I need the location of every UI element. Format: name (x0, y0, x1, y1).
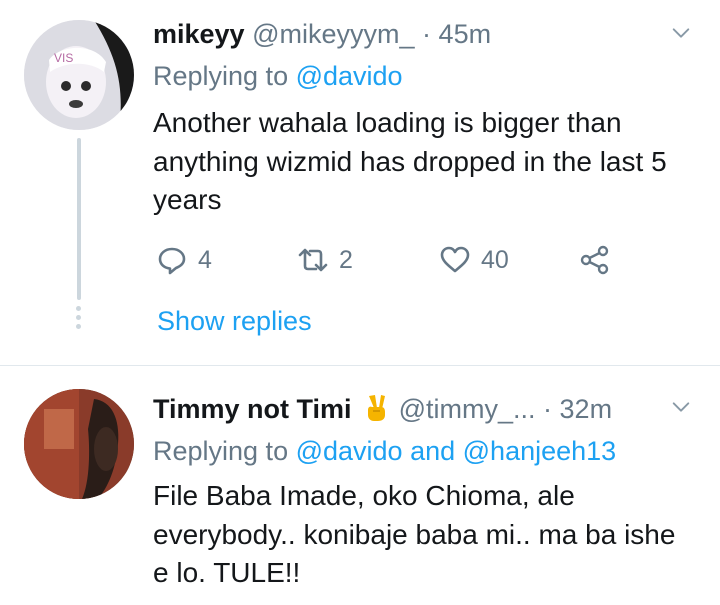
display-name[interactable]: mikeyy (153, 19, 245, 49)
avatar-image (24, 389, 134, 499)
share-icon (580, 245, 609, 275)
tweet[interactable]: VIS mikeyy @mikeyyym_ · 45m Replying to … (0, 0, 720, 366)
reply-icon (158, 247, 186, 275)
tweet-text: Another wahala loading is bigger than an… (153, 107, 667, 215)
thread-line (77, 138, 81, 300)
mention-link[interactable]: @hanjeeh13 (463, 436, 617, 466)
avatar[interactable] (24, 389, 134, 499)
tweet-text: File Baba Imade, oko Chioma, ale everybo… (153, 480, 676, 588)
avatar-image: VIS (24, 20, 134, 130)
like-count: 40 (481, 245, 509, 274)
display-name[interactable]: Timmy not Timi (153, 394, 352, 424)
show-replies-link[interactable]: Show replies (157, 304, 312, 338)
timestamp[interactable]: 32m (560, 394, 613, 424)
replying-to-label: Replying to (153, 436, 296, 466)
username[interactable]: @timmy_... (399, 394, 536, 424)
replying-to-label: Replying to (153, 61, 296, 91)
timestamp[interactable]: 45m (439, 19, 492, 49)
separator: · (543, 394, 553, 424)
avatar[interactable]: VIS (24, 20, 134, 130)
retweet-icon (298, 248, 328, 272)
chevron-down-icon[interactable] (670, 396, 692, 418)
retweet-button[interactable]: 2 (297, 240, 353, 280)
replying-conjunction: and (402, 436, 463, 466)
reply-count: 4 (198, 245, 212, 274)
share-button[interactable] (579, 240, 611, 280)
replying-to: Replying to @davido and @hanjeeh13 (153, 434, 616, 468)
mention-link[interactable]: @davido (296, 436, 403, 466)
chevron-down-icon[interactable] (670, 22, 692, 44)
separator: · (422, 19, 432, 49)
username[interactable]: @mikeyyym_ (252, 19, 414, 49)
tweet[interactable]: Timmy not Timi @timmy_... · 32m Replying… (0, 366, 720, 605)
reply-button[interactable]: 4 (156, 240, 212, 280)
tweet-header: Timmy not Timi @timmy_... · 32m (153, 392, 612, 426)
like-button[interactable]: 40 (439, 240, 509, 280)
mention-link[interactable]: @davido (296, 61, 403, 91)
svg-text:VIS: VIS (54, 51, 73, 65)
heart-icon (440, 246, 470, 273)
victory-hand-emoji (368, 395, 386, 421)
replying-to: Replying to @davido (153, 59, 403, 93)
thread-dots (76, 306, 82, 333)
retweet-count: 2 (339, 245, 353, 274)
tweet-header: mikeyy @mikeyyym_ · 45m (153, 17, 491, 51)
